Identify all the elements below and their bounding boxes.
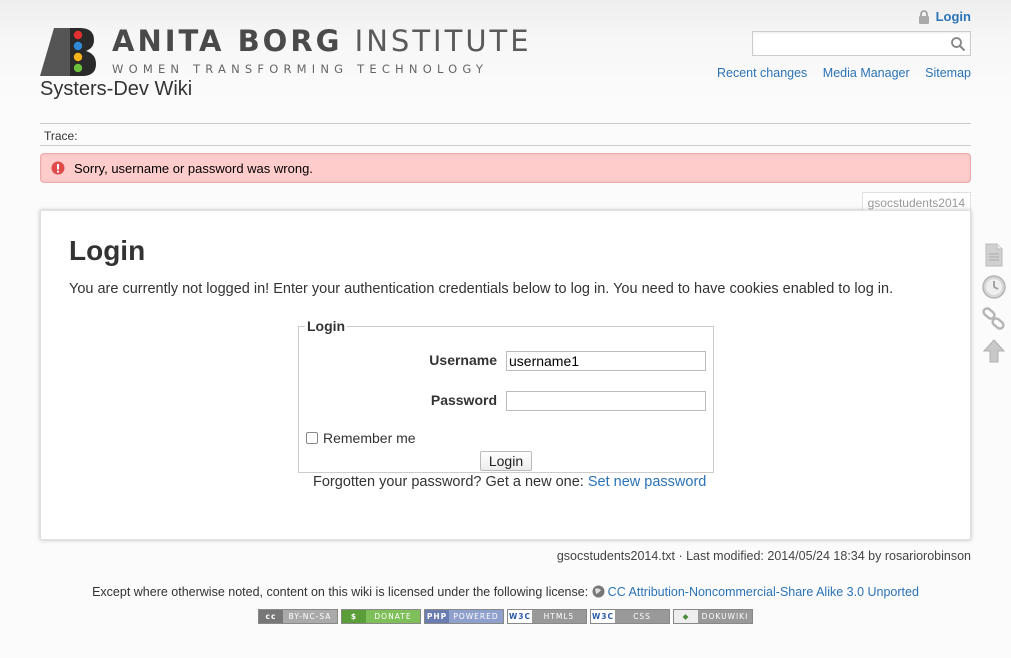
forgot-password-text: Forgotten your password? Get a new one: … — [313, 474, 706, 490]
old-revisions-icon[interactable] — [981, 274, 1007, 300]
license-prefix: Except where otherwise noted, content on… — [92, 585, 592, 599]
set-new-password-link[interactable]: Set new password — [588, 474, 706, 490]
error-text: Sorry, username or password was wrong. — [74, 160, 313, 176]
php-badge[interactable]: PHP POWERED — [424, 609, 504, 624]
cc-globe-icon — [592, 585, 605, 598]
license-text: Except where otherwise noted, content on… — [0, 585, 1011, 599]
sitemap-link[interactable]: Sitemap — [925, 66, 971, 80]
footer-badges: cc BY-NC-SA $ DONATE PHP POWERED W3C HTML5 W… — [258, 609, 753, 624]
breadcrumb: Trace: — [40, 123, 971, 146]
login-intro-text: You are currently not logged in! Enter y… — [69, 281, 894, 297]
anita-borg-logo[interactable]: ANITA BORG INSTITUTE WOMEN TRANSFORMING … — [40, 26, 529, 78]
search-input[interactable] — [753, 32, 943, 55]
user-tools: Login — [918, 9, 971, 27]
trace-label: Trace: — [44, 129, 78, 143]
page-id-tab[interactable]: gsocstudents2014 — [861, 192, 971, 211]
back-to-top-icon[interactable] — [981, 338, 1007, 364]
login-form: Login Username Password Remember me Logi… — [298, 318, 714, 473]
logo-title: ANITA BORG INSTITUTE — [112, 24, 532, 58]
page-title: Login — [69, 235, 146, 266]
search-icon[interactable] — [950, 36, 966, 52]
lock-icon — [918, 9, 929, 24]
traffic-light-logo-icon — [40, 28, 96, 76]
error-icon — [51, 161, 65, 175]
site-tools: Recent changes Media Manager Sitemap — [705, 66, 971, 80]
password-field[interactable] — [506, 391, 706, 411]
backlinks-icon[interactable] — [981, 306, 1007, 332]
remember-me-checkbox[interactable] — [306, 432, 318, 444]
username-field[interactable] — [506, 351, 706, 371]
doc-info: gsocstudents2014.txt · Last modified: 20… — [556, 549, 971, 563]
html5-badge[interactable]: W3C HTML5 — [507, 609, 587, 624]
password-label: Password — [430, 392, 497, 408]
login-link-label: Login — [935, 9, 971, 24]
login-link[interactable]: Login — [918, 9, 971, 24]
show-page-icon[interactable] — [981, 242, 1007, 268]
page-content: Login You are currently not logged in! E… — [40, 210, 971, 540]
error-message-box: Sorry, username or password was wrong. — [40, 153, 971, 183]
search-box — [752, 31, 971, 56]
login-button[interactable]: Login — [480, 451, 532, 471]
username-label: Username — [429, 352, 497, 368]
media-manager-link[interactable]: Media Manager — [823, 66, 910, 80]
login-form-legend: Login — [307, 318, 346, 334]
remember-me[interactable]: Remember me — [306, 430, 416, 446]
logo-tagline: WOMEN TRANSFORMING TECHNOLOGY — [112, 62, 489, 76]
donate-badge[interactable]: $ DONATE — [341, 609, 421, 624]
css-badge[interactable]: W3C CSS — [590, 609, 670, 624]
license-link[interactable]: CC Attribution-Noncommercial-Share Alike… — [608, 585, 919, 599]
recent-changes-link[interactable]: Recent changes — [717, 66, 807, 80]
cc-badge[interactable]: cc BY-NC-SA — [258, 609, 338, 624]
forgot-password-prompt: Forgotten your password? Get a new one: — [313, 474, 588, 490]
remember-me-label: Remember me — [323, 430, 416, 446]
dokuwiki-badge[interactable]: ◆ DOKUWIKI — [673, 609, 753, 624]
site-title[interactable]: Systers-Dev Wiki — [40, 78, 192, 101]
